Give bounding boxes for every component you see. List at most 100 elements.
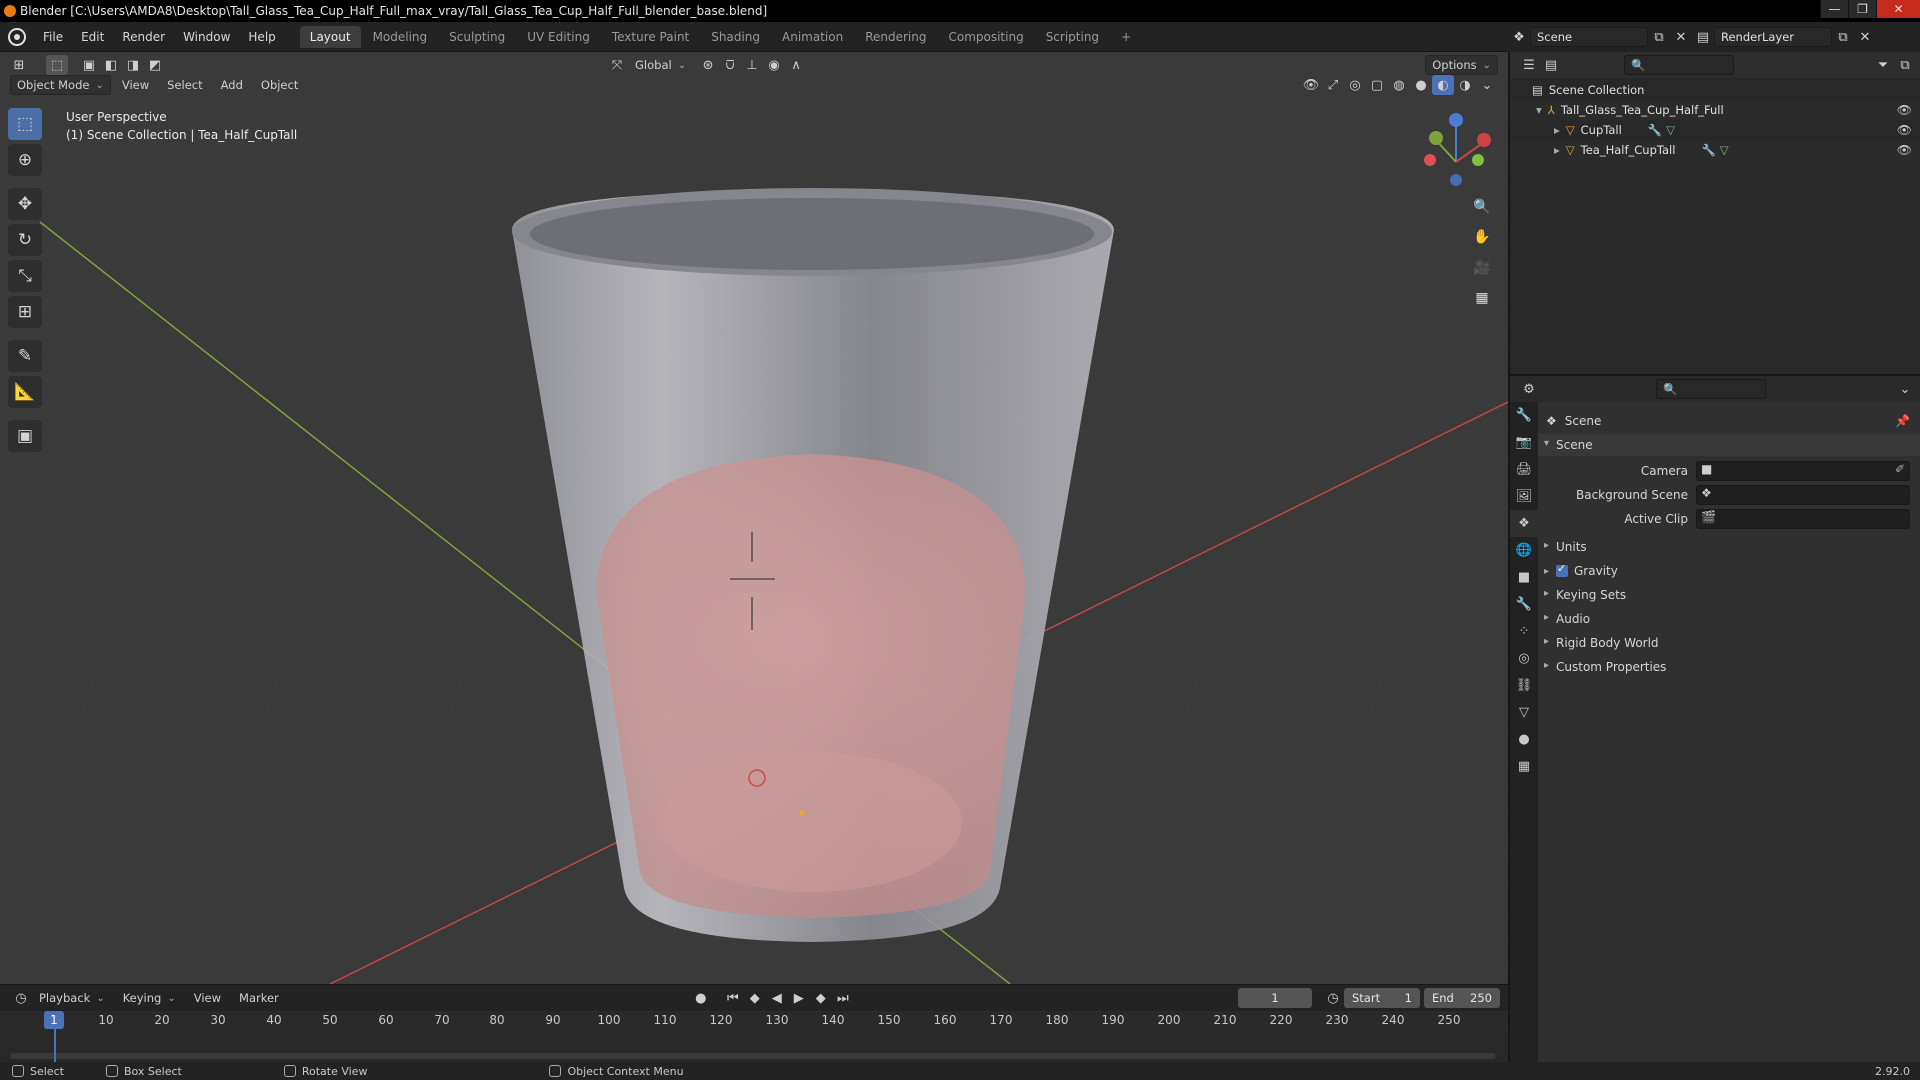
modifier-wrench-icon[interactable]: 🔧 bbox=[1648, 123, 1662, 137]
annotate-tool-icon[interactable]: ✎ bbox=[8, 340, 42, 372]
mesh-data-icon[interactable]: ▽ bbox=[1720, 143, 1729, 157]
tool-tab-icon[interactable]: 🔧 bbox=[1510, 402, 1538, 429]
menu-object[interactable]: Object bbox=[254, 75, 305, 95]
active-clip-field[interactable]: 🎬 bbox=[1696, 509, 1910, 529]
tab-layout[interactable]: Layout bbox=[299, 25, 361, 48]
add-cube-tool-icon[interactable]: ▣ bbox=[8, 420, 42, 452]
tab-compositing[interactable]: Compositing bbox=[938, 26, 1033, 48]
visibility-eye-icon[interactable]: 👁 bbox=[1897, 123, 1912, 137]
constraints-tab-icon[interactable]: ⛓ bbox=[1510, 672, 1538, 699]
pin-icon[interactable]: 📌 bbox=[1895, 414, 1910, 428]
maximize-button[interactable]: ❐ bbox=[1848, 0, 1876, 18]
delete-view-layer-icon[interactable]: ✕ bbox=[1854, 27, 1876, 47]
tab-modeling[interactable]: Modeling bbox=[363, 26, 438, 48]
properties-search-input[interactable]: 🔍 bbox=[1656, 379, 1766, 399]
marker-menu[interactable]: Marker bbox=[232, 988, 286, 1008]
shading-material-icon[interactable]: ◐ bbox=[1432, 75, 1454, 95]
tab-shading[interactable]: Shading bbox=[701, 26, 770, 48]
timeline-scrollbar[interactable] bbox=[10, 1053, 1496, 1059]
cursor-tool-icon[interactable]: ⊕ bbox=[8, 144, 42, 176]
shading-rendered-icon[interactable]: ◑ bbox=[1454, 75, 1476, 95]
modifier-tab-icon[interactable]: 🔧 bbox=[1510, 591, 1538, 618]
menu-select[interactable]: Select bbox=[160, 75, 209, 95]
timeline-editor-type-icon[interactable]: ◷ bbox=[10, 988, 32, 1008]
outliner-row-scene-collection[interactable]: ▤ Scene Collection bbox=[1510, 80, 1920, 100]
measure-tool-icon[interactable]: 📐 bbox=[8, 376, 42, 408]
tab-scripting[interactable]: Scripting bbox=[1036, 26, 1109, 48]
expand-arrow-icon[interactable]: ▸ bbox=[1554, 123, 1560, 137]
playhead-handle[interactable]: 1 bbox=[44, 1011, 64, 1029]
shading-options-icon[interactable]: ⌄ bbox=[1476, 75, 1498, 95]
preview-range-icon[interactable]: ◷ bbox=[1322, 988, 1344, 1008]
tab-texture-paint[interactable]: Texture Paint bbox=[602, 26, 699, 48]
audio-panel-header[interactable]: Audio bbox=[1538, 608, 1920, 630]
physics-tab-icon[interactable]: ◎ bbox=[1510, 645, 1538, 672]
perspective-toggle-icon[interactable]: ▦ bbox=[1468, 285, 1496, 311]
end-frame-field[interactable]: End 250 bbox=[1424, 988, 1500, 1008]
object-mode-dropdown[interactable]: Object Mode bbox=[10, 75, 111, 95]
scene-icon[interactable]: ❖ bbox=[1508, 27, 1530, 47]
view-layer-icon[interactable]: ▤ bbox=[1692, 27, 1714, 47]
xray-icon[interactable]: ▢ bbox=[1366, 75, 1388, 95]
output-tab-icon[interactable]: 🖨 bbox=[1510, 456, 1538, 483]
expand-arrow-icon[interactable]: ▸ bbox=[1554, 143, 1560, 157]
menu-render[interactable]: Render bbox=[113, 22, 174, 52]
tab-uv-editing[interactable]: UV Editing bbox=[517, 26, 600, 48]
timeline-track[interactable] bbox=[0, 1031, 1508, 1063]
start-frame-field[interactable]: Start 1 bbox=[1344, 988, 1420, 1008]
object-data-tab-icon[interactable]: ▽ bbox=[1510, 699, 1538, 726]
filter-icon[interactable]: ⏷ bbox=[1872, 55, 1894, 75]
modifier-wrench-icon[interactable]: 🔧 bbox=[1701, 143, 1715, 157]
tab-sculpting[interactable]: Sculpting bbox=[439, 26, 515, 48]
close-button[interactable]: ✕ bbox=[1876, 0, 1920, 18]
shading-solid-icon[interactable]: ● bbox=[1410, 75, 1432, 95]
gravity-checkbox[interactable] bbox=[1556, 562, 1568, 577]
scene-tab-icon[interactable]: ❖ bbox=[1510, 510, 1538, 537]
eyedropper-icon[interactable]: ✐ bbox=[1895, 462, 1905, 476]
overlays-icon[interactable]: ◎ bbox=[1344, 75, 1366, 95]
outliner-editor-type-icon[interactable]: ☰ bbox=[1518, 55, 1540, 75]
keying-sets-panel-header[interactable]: Keying Sets bbox=[1538, 584, 1920, 606]
world-tab-icon[interactable]: 🌐 bbox=[1510, 537, 1538, 564]
material-tab-icon[interactable]: ● bbox=[1510, 726, 1538, 753]
menu-edit[interactable]: Edit bbox=[72, 22, 113, 52]
keying-menu[interactable]: Keying bbox=[116, 988, 183, 1008]
units-panel-header[interactable]: Units bbox=[1538, 536, 1920, 558]
menu-file[interactable]: File bbox=[34, 22, 72, 52]
render-tab-icon[interactable]: 📷 bbox=[1510, 429, 1538, 456]
visibility-eye-icon[interactable]: 👁 bbox=[1897, 143, 1912, 157]
scene-panel-header[interactable]: Scene bbox=[1538, 434, 1920, 456]
outliner-search-input[interactable]: 🔍 bbox=[1624, 55, 1734, 75]
gizmo-toggle-icon[interactable]: ⤢ bbox=[1322, 75, 1344, 95]
rigid-body-world-panel-header[interactable]: Rigid Body World bbox=[1538, 632, 1920, 654]
blender-logo-icon[interactable] bbox=[8, 27, 26, 46]
next-keyframe-icon[interactable]: ◆ bbox=[810, 988, 832, 1008]
pan-hand-icon[interactable]: ✋ bbox=[1468, 224, 1496, 250]
rotate-tool-icon[interactable]: ↻ bbox=[8, 224, 42, 256]
properties-options-icon[interactable]: ⌄ bbox=[1894, 379, 1916, 399]
tab-rendering[interactable]: Rendering bbox=[855, 26, 936, 48]
menu-help[interactable]: Help bbox=[239, 22, 284, 52]
3d-viewport[interactable]: ⊞ ⬚ ▣ ◧ ◨ ◩ ⤧ Global ⊛ ⩂ ⊥ ◉ ∧ Options O… bbox=[0, 52, 1508, 984]
prev-keyframe-icon[interactable]: ◆ bbox=[744, 988, 766, 1008]
background-scene-field[interactable]: ❖ bbox=[1696, 485, 1910, 505]
gravity-panel-header[interactable]: Gravity bbox=[1538, 560, 1920, 582]
visibility-icon[interactable]: 👁 bbox=[1300, 75, 1322, 95]
view-layer-tab-icon[interactable]: 🖼 bbox=[1510, 483, 1538, 510]
outliner-row-object[interactable]: ▸ ▽ Tea_Half_CupTall 🔧 ▽ 👁 bbox=[1510, 140, 1920, 160]
viewport-scene[interactable] bbox=[0, 52, 1508, 984]
new-collection-icon[interactable]: ⧉ bbox=[1894, 55, 1916, 75]
menu-view[interactable]: View bbox=[115, 75, 156, 95]
playback-menu[interactable]: Playback bbox=[32, 988, 112, 1008]
menu-add[interactable]: Add bbox=[214, 75, 250, 95]
new-view-layer-icon[interactable]: ⧉ bbox=[1832, 27, 1854, 47]
current-frame-field[interactable]: 1 bbox=[1238, 988, 1312, 1008]
timeline-ruler[interactable]: 10 20 30 40 50 60 70 80 90 100 110 120 1… bbox=[0, 1011, 1508, 1031]
play-icon[interactable]: ▶ bbox=[788, 988, 810, 1008]
camera-field[interactable]: ■ ✐ bbox=[1696, 461, 1910, 481]
zoom-icon[interactable]: 🔍 bbox=[1468, 194, 1496, 220]
texture-tab-icon[interactable]: ▦ bbox=[1510, 753, 1538, 780]
camera-view-icon[interactable]: 🎥 bbox=[1468, 255, 1496, 281]
transform-tool-icon[interactable]: ⊞ bbox=[8, 296, 42, 328]
expand-arrow-icon[interactable]: ▾ bbox=[1536, 103, 1542, 117]
